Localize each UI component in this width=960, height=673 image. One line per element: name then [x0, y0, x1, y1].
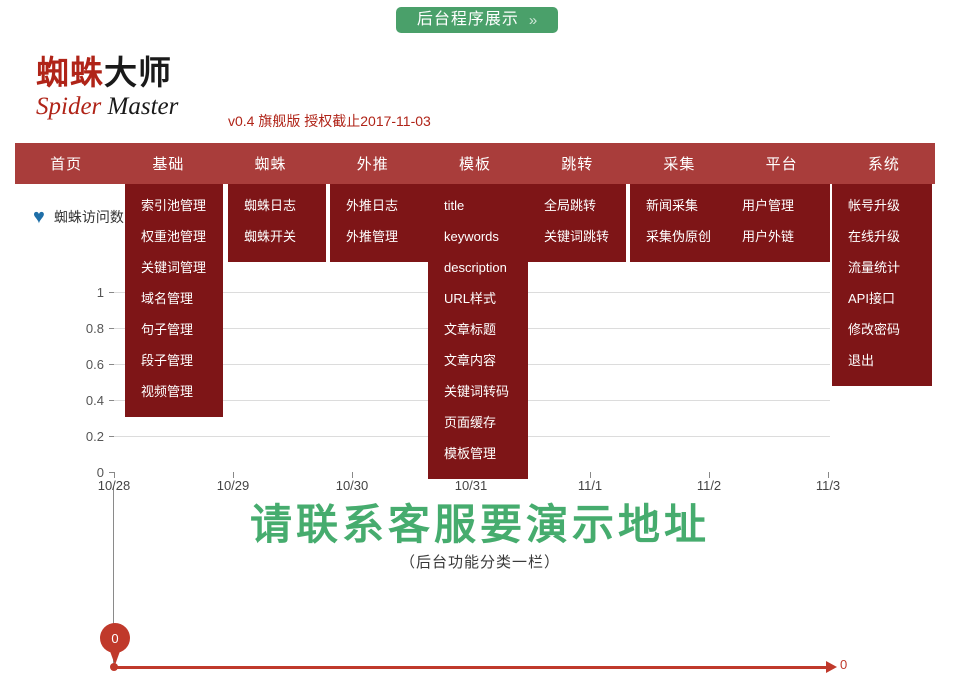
pin-value-label: 0 — [111, 630, 119, 646]
menu-item-domain-mgmt[interactable]: 域名管理 — [125, 283, 223, 314]
chart-baseline-red — [114, 666, 828, 669]
menu-item-spider-log[interactable]: 蜘蛛日志 — [228, 190, 326, 221]
footer-subtitle: （后台功能分类一栏） — [399, 554, 560, 571]
menu-item-article-content[interactable]: 文章内容 — [428, 345, 528, 376]
chart-y-tick-label: 0.6 — [85, 357, 104, 372]
heart-icon: ♥ — [33, 206, 45, 228]
chart-y-tick-label: 0.2 — [85, 429, 104, 444]
nav-item-system[interactable]: 系统 — [833, 143, 935, 184]
logo-cn-black: 大师 — [104, 53, 172, 92]
menu-item-weight-pool[interactable]: 权重池管理 — [125, 221, 223, 252]
chart-y-tick-label: 0.8 — [85, 321, 104, 336]
version-and-license-text: v0.4 旗舰版 授权截止2017-11-03 — [228, 113, 431, 129]
menu-item-global-redirect[interactable]: 全局跳转 — [528, 190, 626, 221]
chart-y-tick-mark — [109, 328, 114, 329]
dropdown-menu-spider: 蜘蛛日志 蜘蛛开关 — [228, 184, 326, 262]
menu-item-index-pool[interactable]: 索引池管理 — [125, 190, 223, 221]
main-navigation-bar: 首页 基础 蜘蛛 外推 模板 跳转 采集 平台 系统 — [15, 143, 935, 184]
chart-y-tick-mark — [109, 436, 114, 437]
logo-chinese-name: 蜘蛛大师 — [36, 56, 456, 89]
backend-demo-button[interactable]: 后台程序展示 » — [396, 7, 558, 33]
menu-item-traffic-stats[interactable]: 流量统计 — [832, 252, 932, 283]
nav-item-platform[interactable]: 平台 — [731, 143, 833, 184]
menu-item-logout[interactable]: 退出 — [832, 345, 932, 376]
nav-item-home[interactable]: 首页 — [15, 143, 117, 184]
menu-item-user-backlink[interactable]: 用户外链 — [726, 221, 830, 252]
menu-item-description[interactable]: description — [428, 252, 528, 283]
nav-item-spider[interactable]: 蜘蛛 — [219, 143, 321, 184]
nav-item-outpush[interactable]: 外推 — [322, 143, 424, 184]
nav-item-collect[interactable]: 采集 — [628, 143, 730, 184]
chart-y-tick-mark — [109, 400, 114, 401]
logo-en-red: Spider — [36, 93, 102, 120]
menu-item-keywords[interactable]: keywords — [428, 221, 528, 252]
menu-item-sentence-mgmt[interactable]: 句子管理 — [125, 314, 223, 345]
dropdown-menu-basic: 索引池管理 权重池管理 关键词管理 域名管理 句子管理 段子管理 视频管理 — [125, 184, 223, 417]
chart-x-tick-label: 11/3 — [815, 478, 841, 493]
menu-item-account-upgrade[interactable]: 帐号升级 — [832, 190, 932, 221]
chart-value-pin-marker[interactable]: 0 — [100, 623, 130, 667]
chart-y-tick-label: 1 — [96, 285, 104, 300]
menu-item-page-cache[interactable]: 页面缓存 — [428, 407, 528, 438]
dropdown-menu-collect: 新闻采集 采集伪原创 — [630, 184, 726, 262]
chart-x-tick-label: 10/31 — [454, 478, 488, 493]
chart-axis-arrow-icon — [826, 661, 837, 673]
chart-x-tick-label: 11/1 — [577, 478, 603, 493]
dropdown-menu-system: 帐号升级 在线升级 流量统计 API接口 修改密码 退出 — [832, 184, 932, 386]
menu-item-article-title[interactable]: 文章标题 — [428, 314, 528, 345]
chart-x-tick-label: 11/2 — [696, 478, 722, 493]
dropdown-menu-template: title keywords description URL样式 文章标题 文章… — [428, 184, 528, 479]
menu-item-user-mgmt[interactable]: 用户管理 — [726, 190, 830, 221]
dropdown-menu-redirect: 全局跳转 关键词跳转 — [528, 184, 626, 262]
double-chevron-right-icon: » — [528, 11, 538, 29]
chart-y-tick-mark — [109, 292, 114, 293]
menu-item-outpush-log[interactable]: 外推日志 — [330, 190, 428, 221]
backend-demo-button-label: 后台程序展示 — [416, 11, 519, 28]
chart-end-value-label: 0 — [840, 657, 848, 672]
dropdown-menu-platform: 用户管理 用户外链 — [726, 184, 830, 262]
chart-x-tick-label: 10/30 — [335, 478, 369, 493]
chart-x-tick-label: 10/29 — [216, 478, 250, 493]
menu-item-url-style[interactable]: URL样式 — [428, 283, 528, 314]
logo-cn-red: 蜘蛛 — [36, 53, 104, 92]
chart-y-tick-label: 0.4 — [85, 393, 104, 408]
menu-item-change-password[interactable]: 修改密码 — [832, 314, 932, 345]
menu-item-api[interactable]: API接口 — [832, 283, 932, 314]
menu-item-keyword-encode[interactable]: 关键词转码 — [428, 376, 528, 407]
nav-item-basic[interactable]: 基础 — [117, 143, 219, 184]
menu-item-news-collect[interactable]: 新闻采集 — [630, 190, 726, 221]
menu-item-title[interactable]: title — [428, 190, 528, 221]
menu-item-online-upgrade[interactable]: 在线升级 — [832, 221, 932, 252]
logo-en-black: Master — [107, 93, 179, 120]
menu-item-paragraph-mgmt[interactable]: 段子管理 — [125, 345, 223, 376]
menu-item-keyword-redirect[interactable]: 关键词跳转 — [528, 221, 626, 252]
nav-item-redirect[interactable]: 跳转 — [526, 143, 628, 184]
menu-item-spider-switch[interactable]: 蜘蛛开关 — [228, 221, 326, 252]
chart-legend-label: 蜘蛛访问数 — [53, 209, 124, 225]
menu-item-collect-spin[interactable]: 采集伪原创 — [630, 221, 726, 252]
chart-y-tick-mark — [109, 364, 114, 365]
menu-item-template-mgmt[interactable]: 模板管理 — [428, 438, 528, 469]
menu-item-outpush-mgmt[interactable]: 外推管理 — [330, 221, 428, 252]
menu-item-keyword-mgmt[interactable]: 关键词管理 — [125, 252, 223, 283]
nav-item-template[interactable]: 模板 — [424, 143, 526, 184]
menu-item-video-mgmt[interactable]: 视频管理 — [125, 376, 223, 407]
chart-x-tick-label: 10/28 — [97, 478, 131, 493]
footer-headline: 请联系客服要演示地址 — [249, 500, 710, 549]
chart-legend: ♥ 蜘蛛访问数 — [33, 207, 124, 227]
dropdown-menu-outpush: 外推日志 外推管理 — [330, 184, 428, 262]
